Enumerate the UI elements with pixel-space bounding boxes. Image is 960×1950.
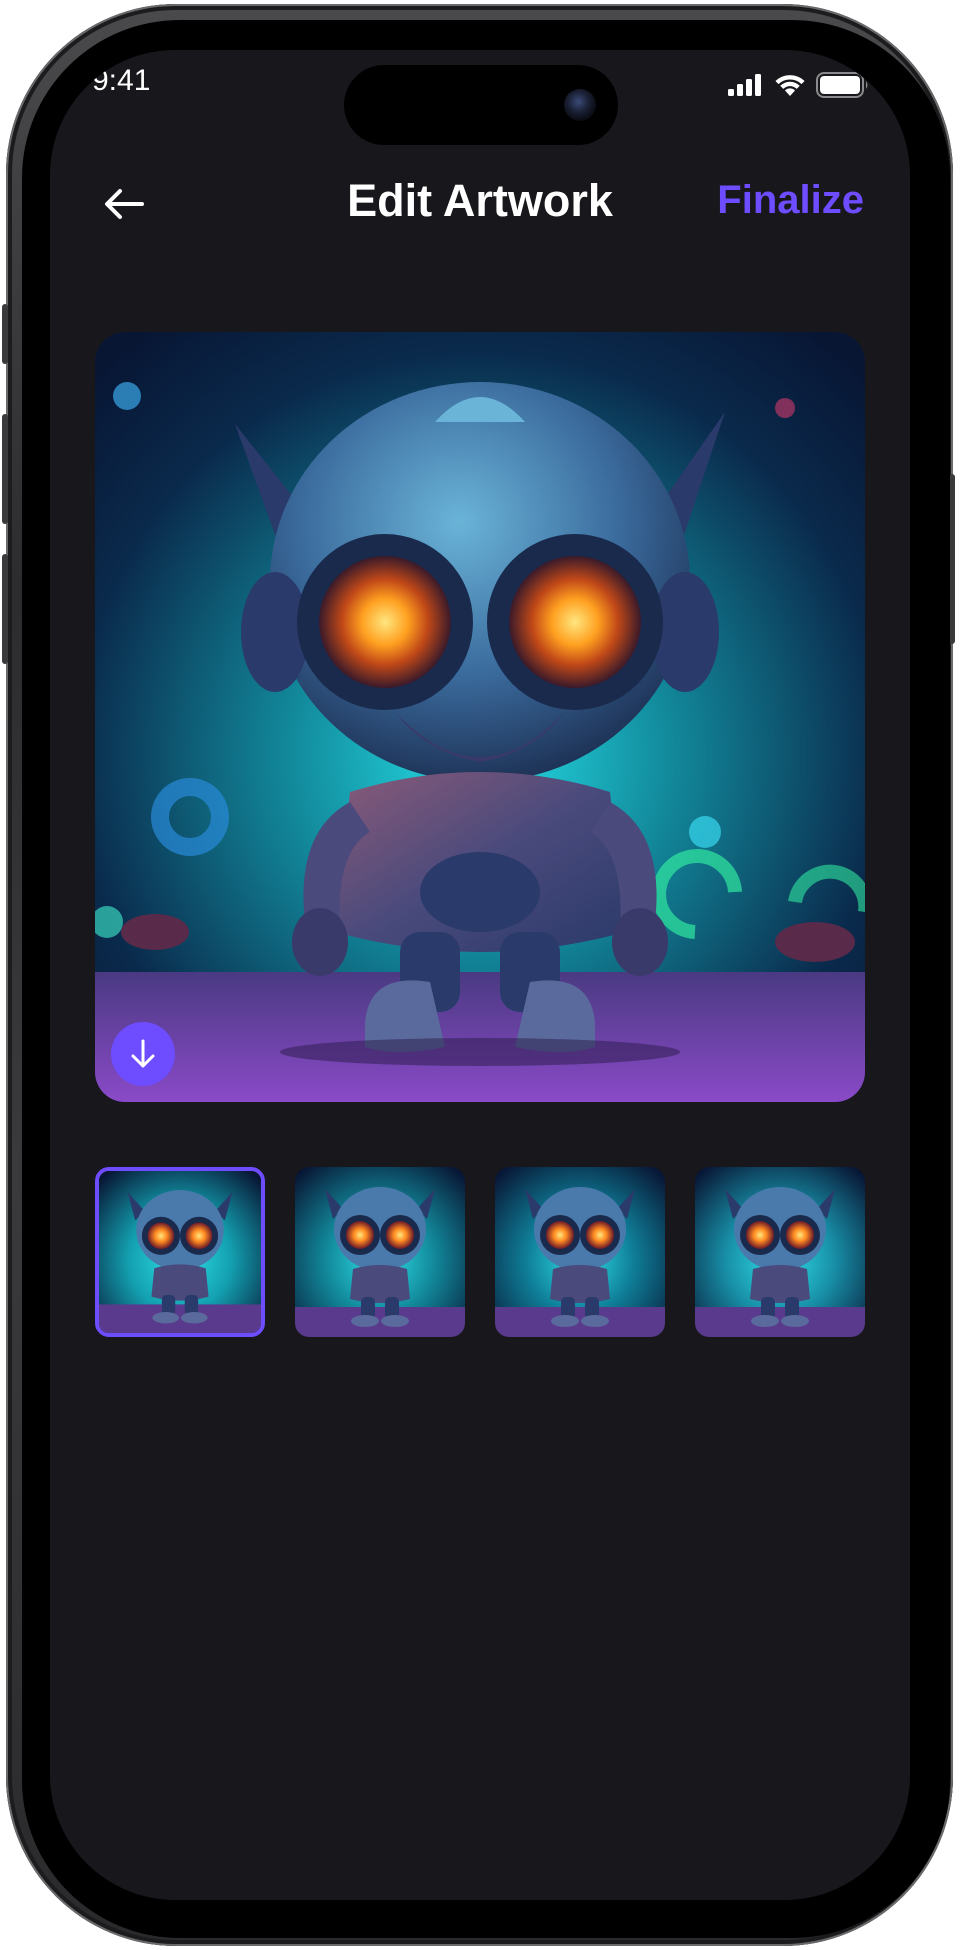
artwork-preview[interactable]: [95, 332, 865, 1102]
robot-thumbnail-image: [295, 1167, 465, 1337]
cellular-signal-icon: [728, 74, 761, 96]
finalize-button[interactable]: Finalize: [717, 178, 864, 223]
thumbnail-2[interactable]: [295, 1167, 465, 1337]
robot-thumbnail-image: [495, 1167, 665, 1337]
action-button: [2, 304, 8, 364]
thumbnail-3[interactable]: [495, 1167, 665, 1337]
status-icons: [728, 72, 870, 98]
volume-down-button: [2, 554, 8, 664]
camera-icon: [564, 89, 596, 121]
status-time: 9:41: [92, 64, 151, 97]
wifi-icon: [775, 75, 805, 96]
robot-thumbnail-image: [99, 1171, 261, 1333]
robot-artwork-image: [95, 332, 865, 1102]
volume-up-button: [2, 414, 8, 524]
thumbnail-strip: [95, 1167, 865, 1337]
dynamic-island: [344, 65, 618, 145]
app-screen: 9:41 Edit Artwork Finalize: [50, 50, 910, 1900]
battery-icon: [816, 72, 868, 98]
download-button[interactable]: [111, 1022, 175, 1086]
robot-thumbnail-image: [695, 1167, 865, 1337]
thumbnail-4[interactable]: [695, 1167, 865, 1337]
thumbnail-1[interactable]: [95, 1167, 265, 1337]
arrow-down-icon: [131, 1039, 155, 1068]
